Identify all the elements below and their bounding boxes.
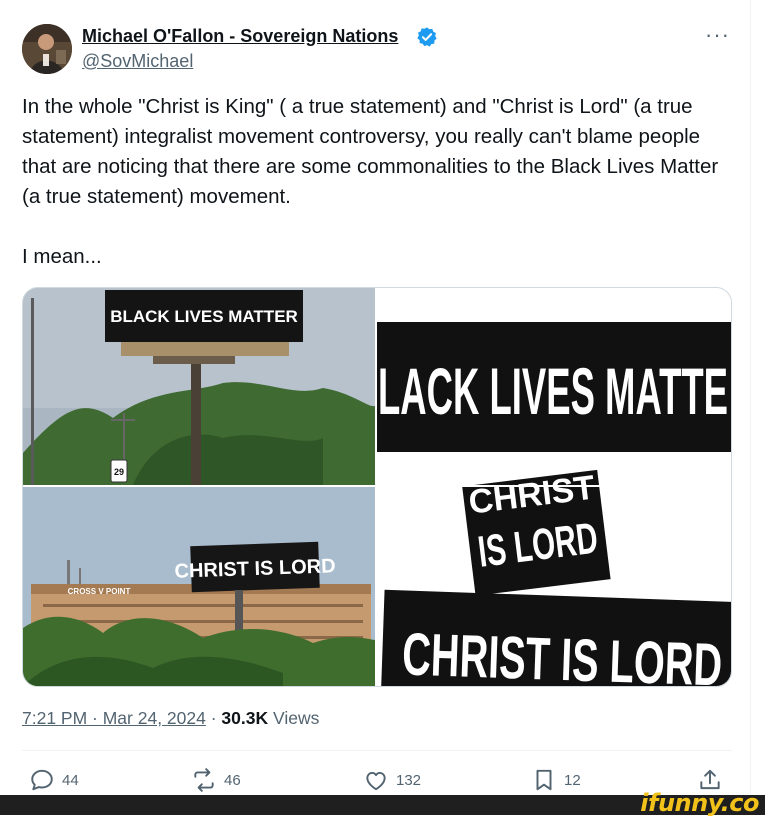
meta-separator: ·	[205, 708, 222, 728]
author-name[interactable]: Michael O'Fallon - Sovereign Nations	[82, 26, 398, 47]
author-handle[interactable]: @SovMichael	[82, 51, 193, 72]
repost-icon	[190, 766, 218, 794]
bookmark-count: 12	[564, 771, 581, 789]
route-sign: 29	[114, 467, 124, 477]
reply-icon	[28, 766, 56, 794]
bookmark-button[interactable]: 12	[530, 765, 581, 795]
photo-christ-billboard[interactable]: CROSS V POINT CHRIST IS LORD	[23, 487, 375, 686]
tweet-text-paragraph: In the whole "Christ is King" ( a true s…	[22, 95, 719, 208]
more-icon[interactable]: ···	[705, 22, 730, 48]
photo-blm-billboard[interactable]: BLACK LIVES MATTER 29	[23, 288, 375, 485]
avatar[interactable]	[22, 24, 72, 74]
building-sign: CROSS V POINT	[68, 587, 131, 596]
verified-badge-icon	[417, 27, 437, 47]
avatar-image	[22, 24, 72, 74]
tweet-text: In the whole "Christ is King" ( a true s…	[22, 92, 722, 272]
banner-text: LACK LIVES MATTE	[378, 354, 728, 428]
views-count: 30.3K	[221, 708, 269, 728]
billboard-text: BLACK LIVES MATTER	[110, 307, 298, 326]
repost-button[interactable]: 46	[190, 765, 241, 795]
tweet-card: Michael O'Fallon - Sovereign Nations @So…	[0, 0, 751, 795]
views-label: Views	[268, 708, 320, 728]
like-count: 132	[396, 771, 422, 789]
tweet-meta: 7:21 PM · Mar 24, 2024 · 30.3K Views	[22, 708, 319, 729]
reply-button[interactable]: 44	[28, 765, 79, 795]
banner-text: CHRIST IS LORD	[401, 620, 723, 686]
divider	[22, 750, 732, 751]
photo-blm-banner[interactable]: LACK LIVES MATTE	[377, 288, 731, 485]
watermark-logo: ifunny.co	[640, 789, 759, 817]
tweet-media-grid[interactable]: BLACK LIVES MATTER 29 LACK LIVES MATTE C…	[22, 287, 732, 687]
like-button[interactable]: 132	[362, 765, 421, 795]
repost-count: 46	[224, 771, 241, 789]
like-icon	[362, 766, 390, 794]
reply-count: 44	[62, 771, 79, 789]
tweet-text-paragraph: I mean...	[22, 245, 102, 268]
watermark-bar: ifunny.co	[0, 789, 765, 817]
bookmark-icon	[530, 766, 558, 794]
photo-christ-cards[interactable]: CHRIST IS LORD CHRIST IS LORD	[377, 468, 731, 686]
timestamp-link[interactable]: 7:21 PM · Mar 24, 2024	[22, 708, 206, 728]
